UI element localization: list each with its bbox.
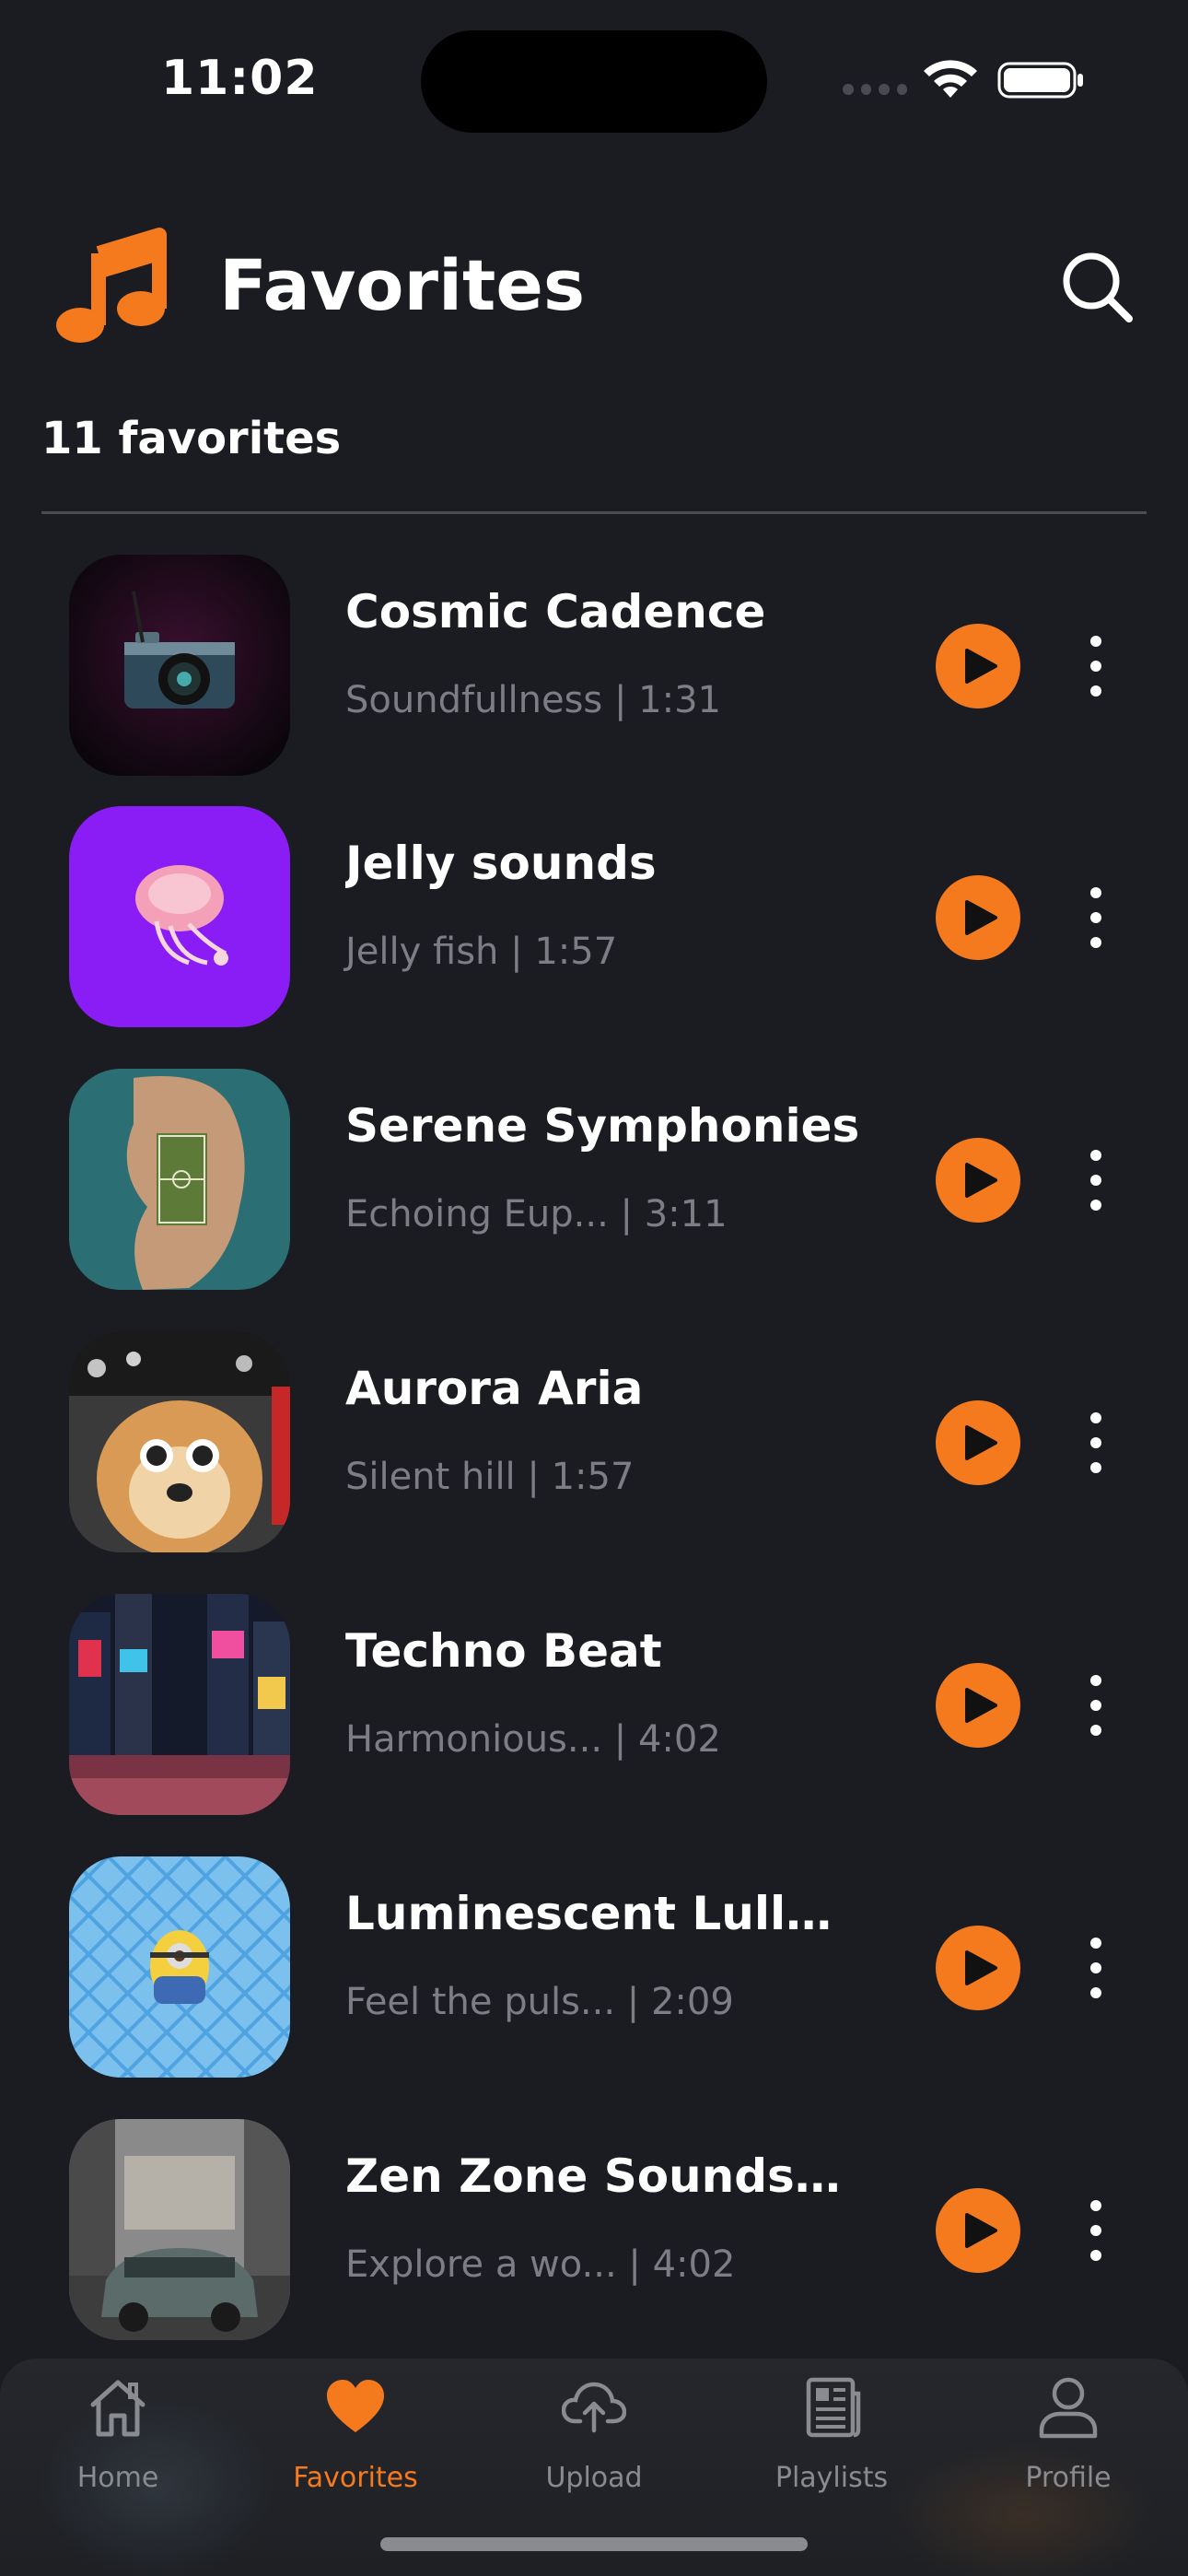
- track-row[interactable]: Zen Zone Soundsc... Explore a wo... | 4:…: [0, 2119, 1188, 2340]
- tab-label: Favorites: [293, 2462, 418, 2494]
- track-artwork: [69, 1331, 290, 1552]
- play-icon: [965, 900, 997, 935]
- favorites-screen: 11:02 Favorites 11 favorites Cosmic Cade…: [0, 0, 1188, 2576]
- track-artwork: [69, 1594, 290, 1815]
- track-artwork: [69, 806, 290, 1027]
- tab-profile[interactable]: Profile: [958, 2359, 1179, 2524]
- track-artwork: [69, 1856, 290, 2078]
- play-button[interactable]: [936, 1926, 1020, 2010]
- track-title: Zen Zone Soundsc...: [345, 2149, 861, 2203]
- track-title: Techno Beat: [345, 1624, 662, 1678]
- more-options-icon[interactable]: [1077, 1666, 1114, 1745]
- track-row[interactable]: Cosmic Cadence Soundfullness | 1:31: [0, 555, 1188, 776]
- play-icon: [965, 1950, 997, 1985]
- play-icon: [965, 649, 997, 684]
- play-button[interactable]: [936, 2188, 1020, 2273]
- track-artwork: [69, 555, 290, 776]
- heart-icon: [327, 2380, 384, 2432]
- play-button[interactable]: [936, 1400, 1020, 1485]
- music-note-icon: [56, 228, 167, 343]
- track-row[interactable]: Jelly sounds Jelly fish | 1:57: [0, 806, 1188, 1027]
- play-icon: [965, 2213, 997, 2248]
- play-icon: [965, 1425, 997, 1460]
- favorites-count: 11 favorites: [41, 413, 342, 464]
- track-title: Jelly sounds: [345, 837, 657, 890]
- track-meta: Jelly fish | 1:57: [345, 931, 618, 973]
- track-title: Cosmic Cadence: [345, 585, 766, 638]
- track-row[interactable]: Techno Beat Harmonious... | 4:02: [0, 1594, 1188, 1815]
- track-meta: Soundfullness | 1:31: [345, 679, 721, 721]
- status-bar: 11:02: [0, 0, 1188, 157]
- page-title: Favorites: [219, 244, 586, 326]
- home-icon: [90, 2380, 146, 2437]
- more-options-icon[interactable]: [1077, 626, 1114, 706]
- track-artwork: [69, 2119, 290, 2340]
- cloud-upload-icon: [562, 2382, 626, 2433]
- track-row[interactable]: Luminescent Lulla... Feel the puls... | …: [0, 1856, 1188, 2078]
- play-icon: [965, 1688, 997, 1723]
- track-meta: Harmonious... | 4:02: [345, 1718, 721, 1761]
- more-options-icon[interactable]: [1077, 1928, 1114, 2008]
- tab-label: Upload: [545, 2462, 643, 2494]
- newspaper-icon: [806, 2377, 861, 2438]
- search-icon[interactable]: [1057, 247, 1136, 326]
- home-indicator: [380, 2537, 808, 2551]
- track-title: Luminescent Lulla...: [345, 1887, 861, 1940]
- play-button[interactable]: [936, 624, 1020, 708]
- dynamic-island: [421, 30, 767, 133]
- tab-playlists[interactable]: Playlists: [721, 2359, 942, 2524]
- more-options-icon[interactable]: [1077, 1403, 1114, 1482]
- play-button[interactable]: [936, 1138, 1020, 1223]
- cellular-signal-icon: [843, 83, 907, 96]
- track-meta: Feel the puls... | 2:09: [345, 1981, 734, 2023]
- tab-favorites[interactable]: Favorites: [245, 2359, 466, 2524]
- track-meta: Explore a wo... | 4:02: [345, 2243, 736, 2286]
- track-title: Aurora Aria: [345, 1362, 644, 1415]
- more-options-icon[interactable]: [1077, 1141, 1114, 1220]
- divider: [41, 511, 1147, 514]
- more-options-icon[interactable]: [1077, 2191, 1114, 2270]
- play-icon: [965, 1163, 997, 1198]
- tab-label: Playlists: [775, 2462, 889, 2494]
- play-button[interactable]: [936, 875, 1020, 960]
- track-meta: Echoing Eup... | 3:11: [345, 1193, 728, 1235]
- more-options-icon[interactable]: [1077, 878, 1114, 957]
- track-meta: Silent hill | 1:57: [345, 1456, 635, 1498]
- play-button[interactable]: [936, 1663, 1020, 1748]
- tab-upload[interactable]: Upload: [483, 2359, 705, 2524]
- header: Favorites: [0, 203, 1188, 359]
- battery-icon: [997, 62, 1083, 99]
- person-icon: [1039, 2377, 1098, 2439]
- track-title: Serene Symphonies: [345, 1099, 860, 1153]
- wifi-icon: [924, 60, 977, 98]
- tab-home[interactable]: Home: [7, 2359, 228, 2524]
- track-row[interactable]: Serene Symphonies Echoing Eup... | 3:11: [0, 1069, 1188, 1290]
- track-row[interactable]: Aurora Aria Silent hill | 1:57: [0, 1331, 1188, 1552]
- tab-label: Home: [76, 2462, 159, 2494]
- track-artwork: [69, 1069, 290, 1290]
- tab-label: Profile: [1025, 2462, 1112, 2494]
- status-time: 11:02: [161, 51, 319, 106]
